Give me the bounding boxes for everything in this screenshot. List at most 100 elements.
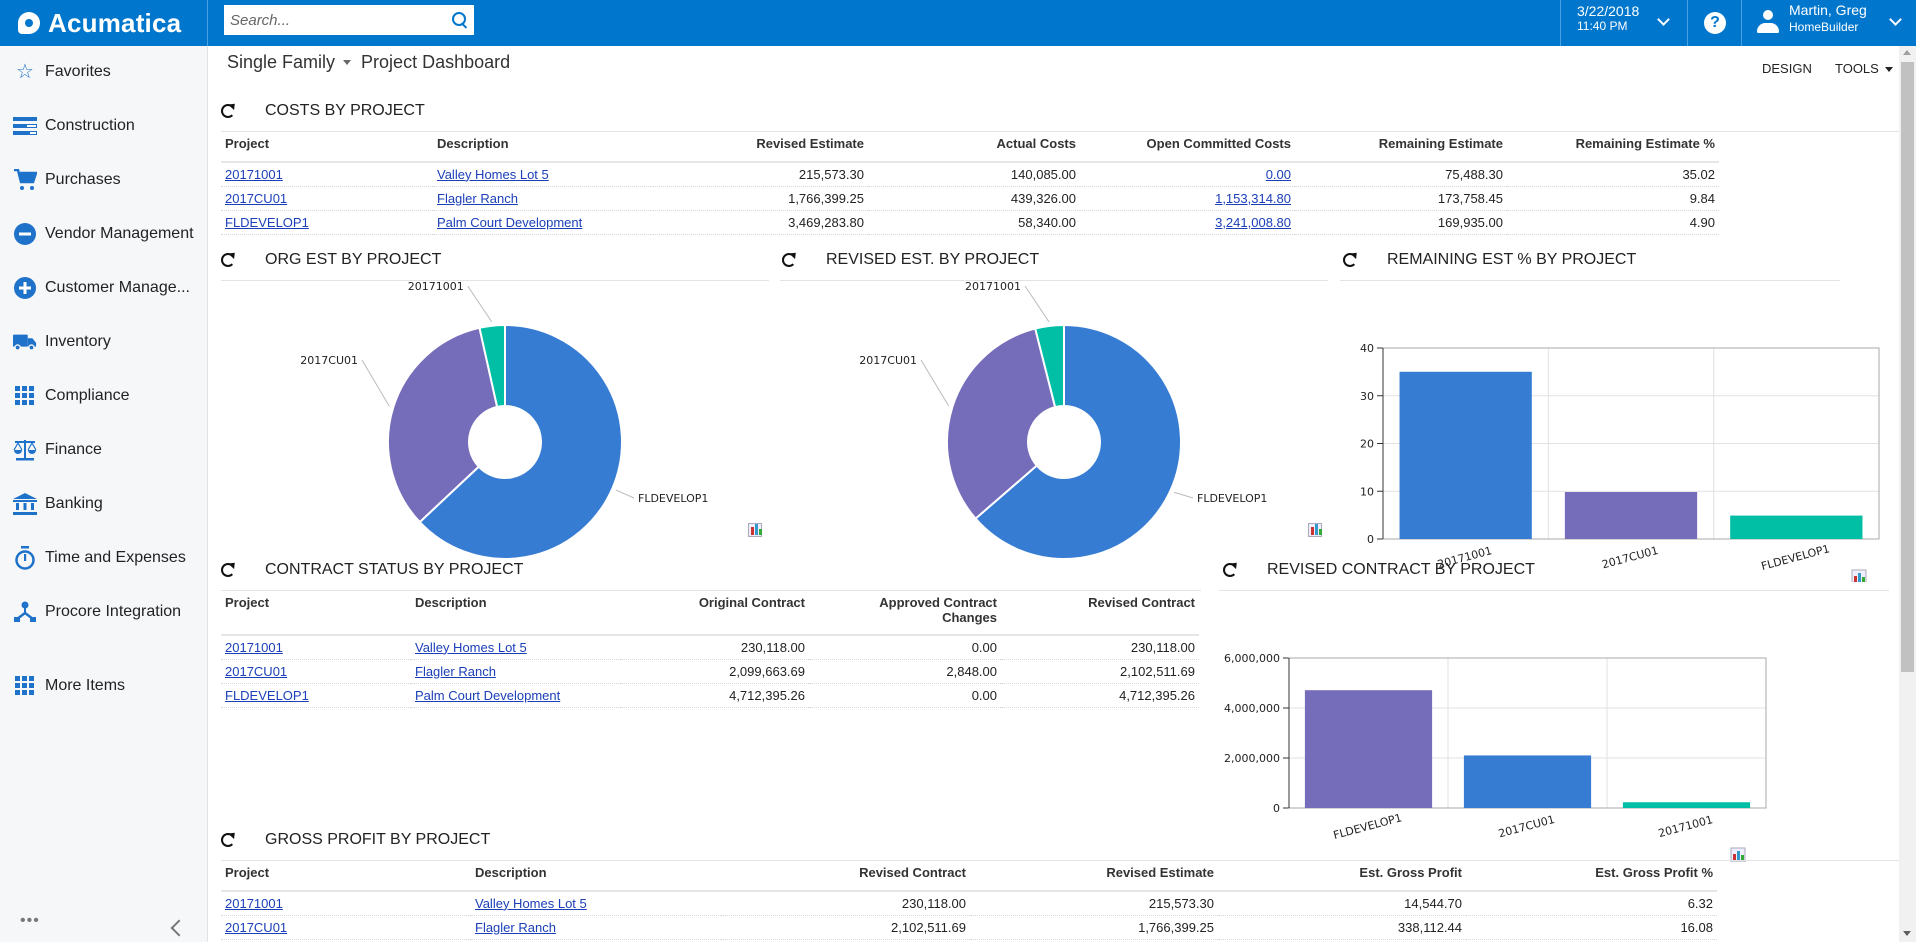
refresh-icon[interactable] [221, 253, 235, 267]
bar-fldevelop1[interactable] [1730, 515, 1863, 539]
sidebar-item-time-and-expenses[interactable]: Time and Expenses [0, 538, 207, 578]
business-date-selector[interactable]: 3/22/2018 11:40 PM [1560, 0, 1688, 46]
sidebar-item-inventory[interactable]: Inventory [0, 322, 207, 362]
column-header[interactable]: Est. Gross Profit % [1466, 865, 1717, 892]
description-link[interactable]: Flagler Ranch [437, 191, 518, 206]
refresh-icon[interactable] [221, 104, 235, 118]
open-committed-link[interactable]: 0.00 [1266, 167, 1291, 182]
column-header[interactable]: Revised Estimate [653, 136, 868, 163]
bar-20171001[interactable] [1399, 371, 1532, 539]
stopwatch-icon [13, 546, 37, 570]
open-committed-link[interactable]: 1,153,314.80 [1215, 191, 1291, 206]
column-header[interactable]: Revised Estimate [970, 865, 1218, 892]
tools-button[interactable]: TOOLS [1835, 61, 1893, 76]
y-tick-label: 2,000,000 [1224, 752, 1280, 765]
column-header[interactable]: Project [221, 865, 471, 892]
column-header[interactable]: Description [433, 136, 653, 163]
sidebar-item-procore-integration[interactable]: Procore Integration [0, 592, 207, 632]
scroll-up-icon[interactable] [1903, 50, 1911, 55]
column-header[interactable]: Remaining Estimate [1295, 136, 1507, 163]
column-header[interactable]: Revised Contract [721, 865, 970, 892]
more-options-icon[interactable]: ••• [20, 912, 40, 930]
breadcrumb[interactable]: Single Family [227, 52, 335, 73]
sidebar-item-label: Compliance [45, 387, 130, 404]
collapse-sidebar-icon[interactable] [170, 919, 188, 937]
refresh-icon[interactable] [1343, 253, 1357, 267]
column-header[interactable]: Project [221, 595, 411, 636]
sidebar-item-label: Purchases [45, 171, 121, 188]
truck-icon [13, 330, 37, 354]
project-link[interactable]: FLDEVELOP1 [225, 688, 309, 703]
vertical-scrollbar[interactable] [1899, 46, 1916, 942]
column-header[interactable]: Revised Contract [1001, 595, 1199, 636]
search-box [224, 5, 474, 35]
bar-2017cu01[interactable] [1463, 755, 1592, 808]
scroll-down-icon[interactable] [1903, 931, 1911, 936]
sidebar-item-vendor-management[interactable]: Vendor Management [0, 214, 207, 254]
open-committed-link[interactable]: 3,241,008.80 [1215, 215, 1291, 230]
caret-down-icon[interactable] [343, 60, 352, 65]
y-tick-label: 0 [1367, 533, 1374, 546]
sidebar-item-more-items[interactable]: More Items [0, 666, 207, 706]
bar-fldevelop1[interactable] [1304, 690, 1433, 808]
refresh-icon[interactable] [221, 833, 235, 847]
bar-2017cu01[interactable] [1564, 492, 1698, 539]
column-header[interactable]: Original Contract [621, 595, 809, 636]
project-link[interactable]: 20171001 [225, 167, 283, 182]
chart-type-icon[interactable] [1851, 569, 1867, 582]
costs-table: Project Description Revised Estimate Act… [221, 136, 1719, 235]
column-header[interactable]: Actual Costs [868, 136, 1080, 163]
project-link[interactable]: 2017CU01 [225, 664, 287, 679]
refresh-icon[interactable] [782, 253, 796, 267]
org-est-donut-chart: FLDEVELOP1 2017CU01 20171001 [300, 282, 708, 560]
cell-actual-costs: 58,340.00 [868, 210, 1080, 235]
project-link[interactable]: 20171001 [225, 640, 283, 655]
table-row: 20171001 Valley Homes Lot 5 230,118.00 2… [221, 891, 1717, 916]
sidebar-item-purchases[interactable]: Purchases [0, 160, 207, 200]
star-icon: ☆ [16, 61, 34, 83]
search-icon[interactable] [450, 11, 468, 29]
sidebar-item-customer-management[interactable]: Customer Manage... [0, 268, 207, 308]
cell-revised-estimate: 1,766,399.25 [970, 915, 1218, 940]
sidebar-item-banking[interactable]: Banking [0, 484, 207, 524]
scroll-thumb[interactable] [1901, 62, 1914, 672]
description-link[interactable]: Palm Court Development [415, 688, 560, 703]
project-link[interactable]: 20171001 [225, 896, 283, 911]
project-link[interactable]: 2017CU01 [225, 920, 287, 935]
sidebar-item-finance[interactable]: Finance [0, 430, 207, 470]
column-header[interactable]: Description [471, 865, 721, 892]
description-link[interactable]: Valley Homes Lot 5 [475, 896, 587, 911]
widget-title-text: REMAINING EST % BY PROJECT [1387, 251, 1637, 268]
table-row: 2017CU01 Flagler Ranch 2,099,663.69 2,84… [221, 659, 1199, 684]
chart-type-icon[interactable] [748, 523, 762, 537]
help-button[interactable]: ? [1689, 0, 1742, 46]
sidebar-item-compliance[interactable]: Compliance [0, 376, 207, 416]
description-link[interactable]: Valley Homes Lot 5 [437, 167, 549, 182]
description-link[interactable]: Palm Court Development [437, 215, 582, 230]
column-header[interactable]: Open Committed Costs [1080, 136, 1295, 163]
sidebar-item-construction[interactable]: Construction [0, 106, 207, 146]
column-header[interactable]: Description [411, 595, 621, 636]
cell-remaining-pct: 4.90 [1507, 210, 1719, 235]
refresh-icon[interactable] [1223, 563, 1237, 577]
column-header[interactable]: Est. Gross Profit [1218, 865, 1466, 892]
column-header[interactable]: Remaining Estimate % [1507, 136, 1719, 163]
sidebar: ☆ Favorites Construction Purchases Vendo… [0, 46, 208, 942]
column-header[interactable]: Project [221, 136, 433, 163]
refresh-icon[interactable] [221, 563, 235, 577]
description-link[interactable]: Flagler Ranch [475, 920, 556, 935]
user-menu[interactable]: Martin, Greg HomeBuilder [1743, 0, 1916, 46]
description-link[interactable]: Flagler Ranch [415, 664, 496, 679]
design-button[interactable]: DESIGN [1762, 61, 1812, 76]
sidebar-item-favorites[interactable]: ☆ Favorites [0, 52, 207, 92]
search-input[interactable] [230, 11, 450, 29]
column-header[interactable]: Approved Contract Changes [809, 595, 1001, 636]
description-link[interactable]: Valley Homes Lot 5 [415, 640, 527, 655]
chart-type-icon[interactable] [1308, 523, 1322, 537]
project-link[interactable]: FLDEVELOP1 [225, 215, 309, 230]
project-link[interactable]: 2017CU01 [225, 191, 287, 206]
logo[interactable]: Acumatica [0, 0, 208, 46]
remaining-pct-bar-chart: 01020304020171001 2017CU01 FLDEVELOP1 [1360, 342, 1880, 582]
bar-20171001[interactable] [1622, 802, 1751, 808]
sidebar-item-label: Inventory [45, 333, 111, 350]
